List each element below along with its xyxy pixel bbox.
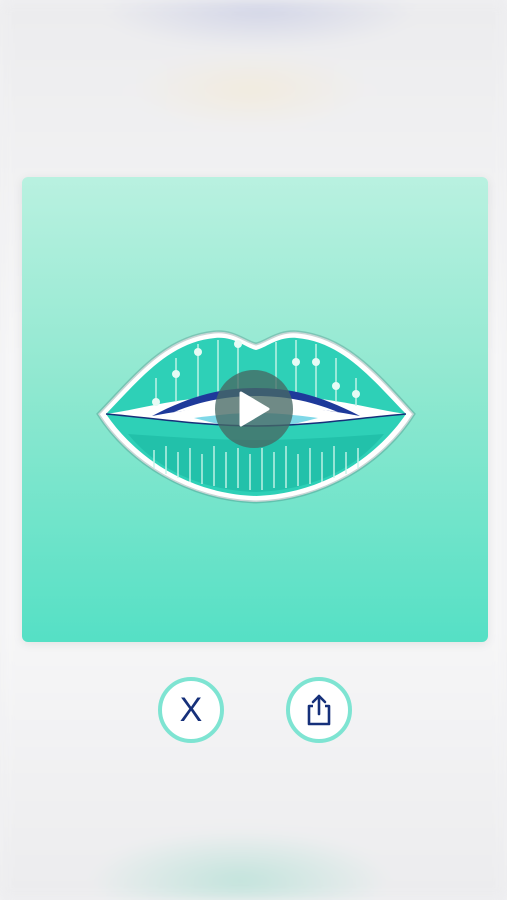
share-icon [307,694,331,726]
media-preview-card[interactable] [22,177,488,642]
close-icon: X [179,691,203,729]
close-button[interactable]: X [158,677,224,743]
action-controls: X [0,677,507,743]
play-icon [239,391,270,427]
share-button[interactable] [286,677,352,743]
play-button[interactable] [215,370,293,448]
